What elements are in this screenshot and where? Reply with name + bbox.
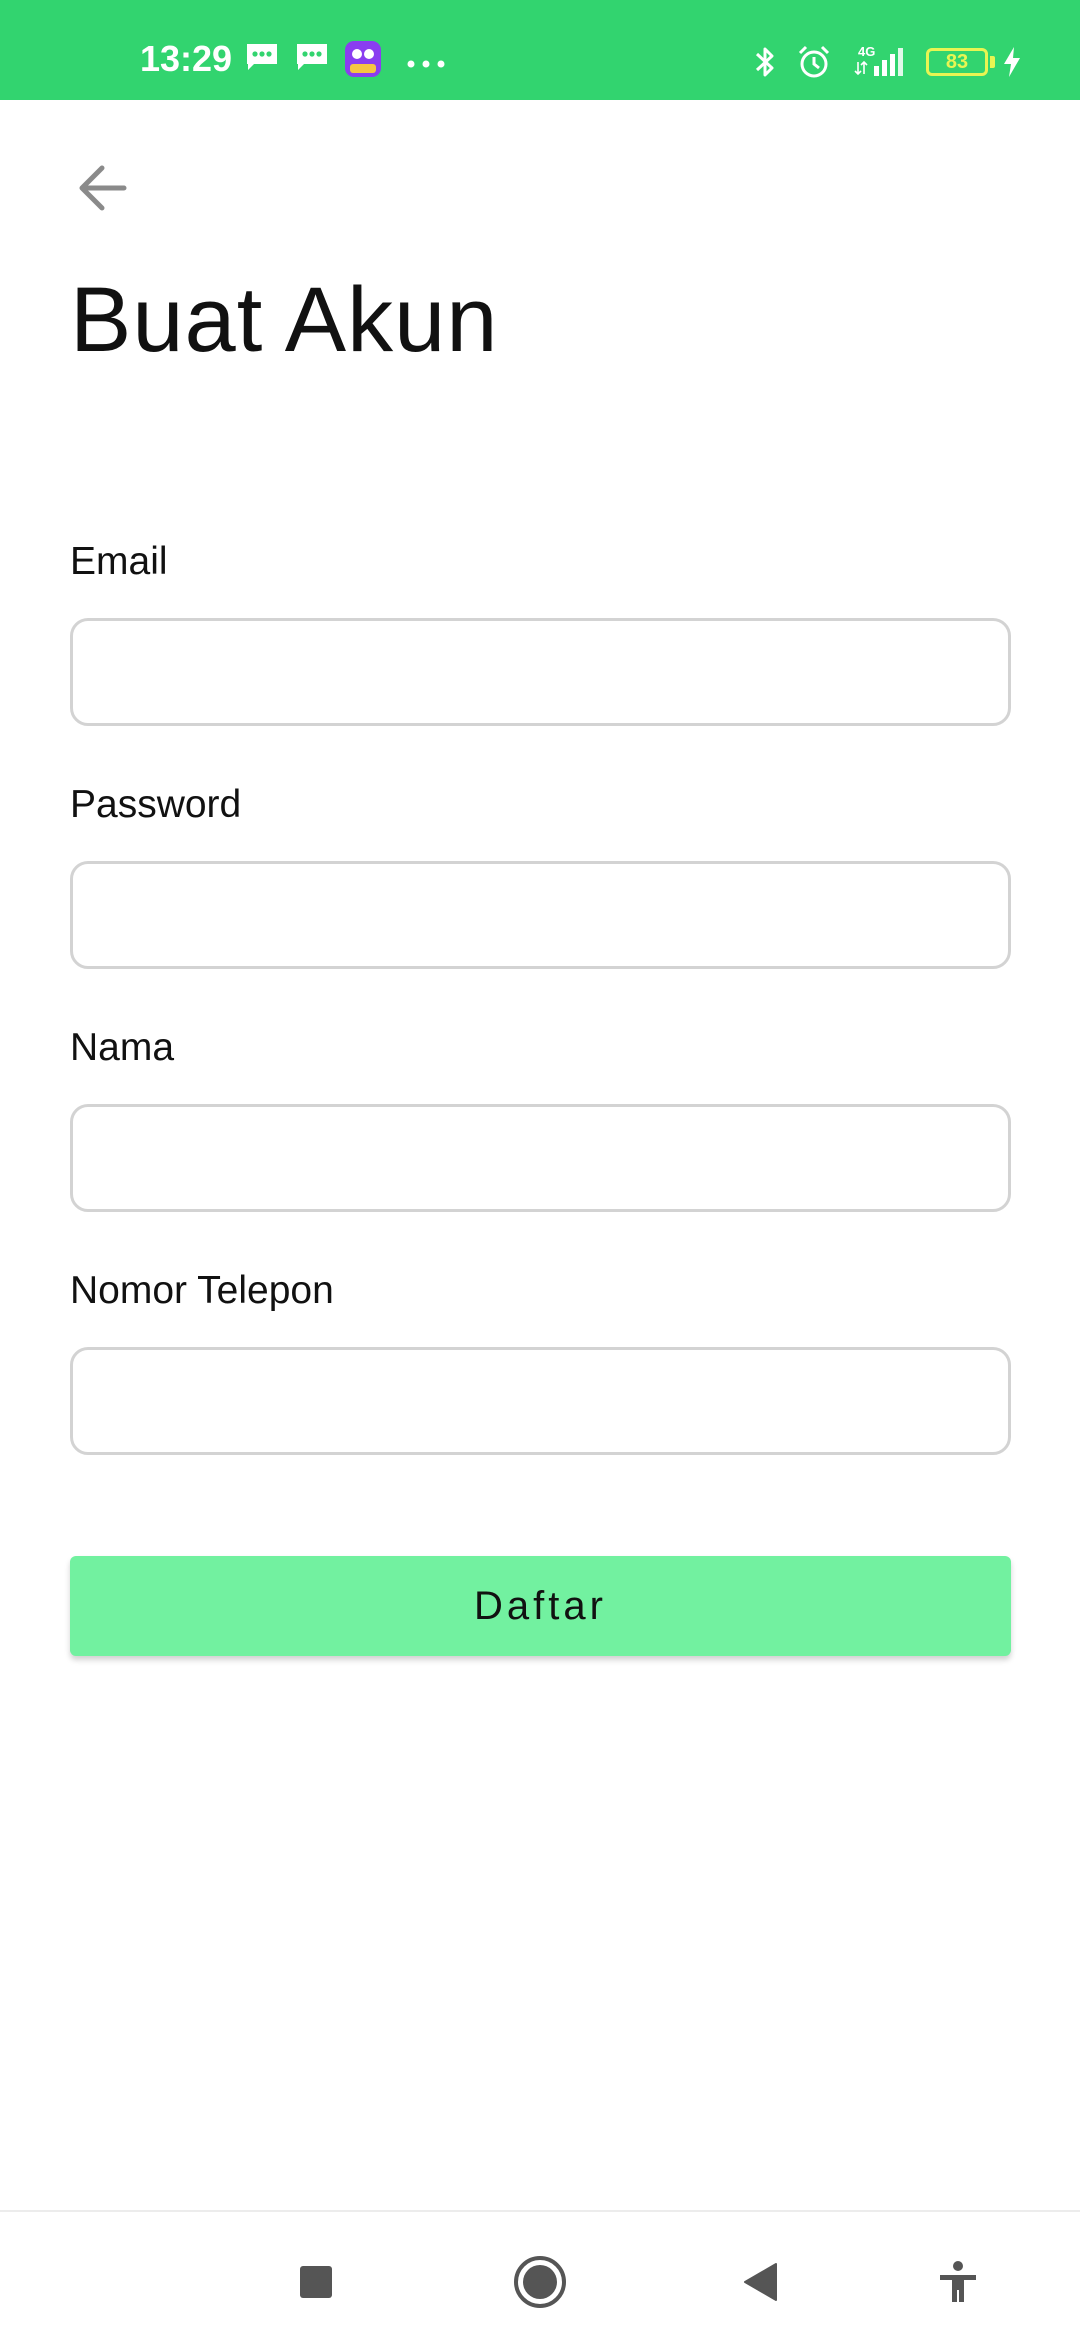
bluetooth-icon bbox=[752, 44, 778, 85]
email-field[interactable] bbox=[70, 618, 1011, 726]
status-bar: 13:29 4G 83 bbox=[0, 0, 1080, 100]
page-title: Buat Akun bbox=[70, 269, 499, 371]
email-label: Email bbox=[70, 540, 168, 583]
signal-icon bbox=[852, 44, 912, 83]
back-button[interactable] bbox=[70, 160, 134, 216]
password-label: Password bbox=[70, 783, 242, 826]
status-time: 13:29 bbox=[140, 38, 233, 79]
name-field[interactable] bbox=[70, 1104, 1011, 1212]
password-field[interactable] bbox=[70, 861, 1011, 969]
accessibility-button[interactable] bbox=[928, 2252, 988, 2312]
battery-level: 83 bbox=[945, 51, 969, 73]
more-notifications-icon bbox=[406, 56, 446, 74]
home-icon bbox=[514, 2256, 566, 2308]
phone-label: Nomor Telepon bbox=[70, 1269, 334, 1312]
recent-apps-button[interactable] bbox=[286, 2252, 346, 2312]
system-back-button[interactable] bbox=[730, 2252, 790, 2312]
message-icon bbox=[294, 42, 330, 77]
message-icon bbox=[244, 42, 280, 77]
alarm-icon bbox=[796, 44, 832, 85]
phone-field[interactable] bbox=[70, 1347, 1011, 1455]
accessibility-icon bbox=[940, 2261, 976, 2302]
name-label: Nama bbox=[70, 1026, 175, 1069]
battery-indicator: 83 bbox=[926, 48, 988, 76]
arrow-left-icon bbox=[79, 165, 127, 211]
register-screen: 13:29 4G 83 Buat Akun Email Password Nam… bbox=[0, 0, 1080, 2340]
back-triangle-icon bbox=[744, 2263, 777, 2301]
system-navigation-bar bbox=[0, 2210, 1080, 2340]
app-notification-icon bbox=[344, 40, 382, 83]
recent-apps-icon bbox=[300, 2266, 332, 2298]
home-button[interactable] bbox=[510, 2252, 570, 2312]
battery-cap bbox=[990, 56, 995, 68]
register-button[interactable]: Daftar bbox=[70, 1556, 1011, 1656]
charging-icon bbox=[1002, 46, 1022, 83]
